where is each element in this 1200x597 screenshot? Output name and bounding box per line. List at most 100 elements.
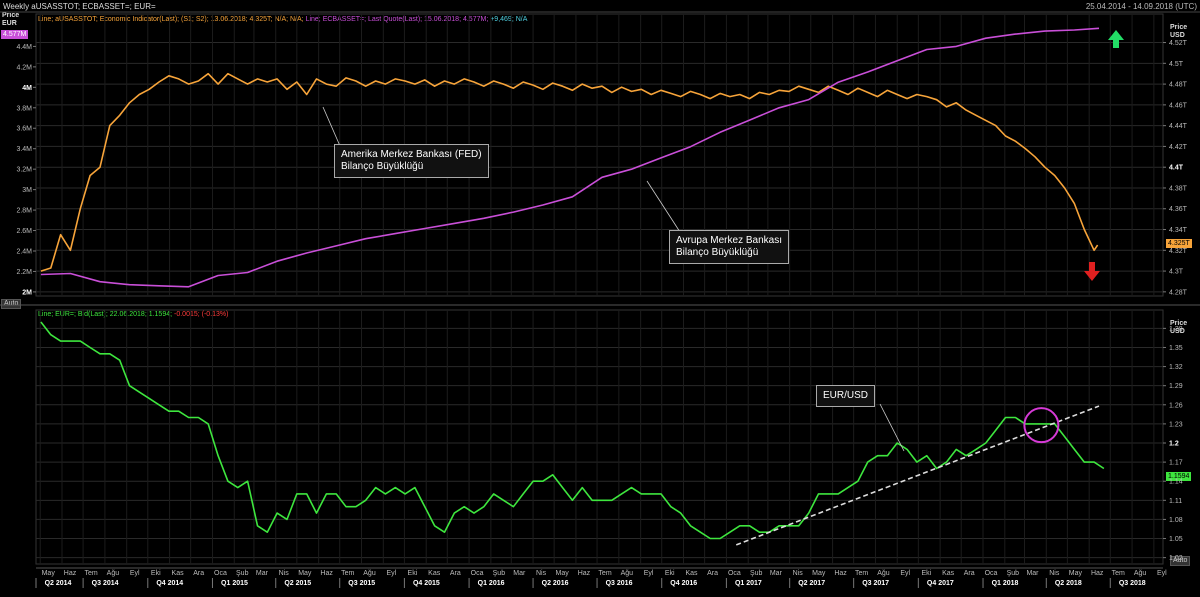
right-tick-label-bottom: 1.2 (1169, 441, 1179, 448)
x-month-label: Nis (793, 570, 804, 577)
x-month-label: Tem (855, 570, 868, 577)
x-month-label: Haz (64, 570, 77, 577)
x-quarter-label: Q4 2014 (156, 580, 183, 587)
left-tick-label: 3.8M (16, 105, 32, 112)
bottom-panel-frame (35, 309, 1164, 565)
x-month-label: Haz (1091, 570, 1104, 577)
x-quarter-label: Q3 2018 (1119, 580, 1146, 587)
highlight-circle (1023, 407, 1060, 444)
x-month-label: Tem (84, 570, 97, 577)
left-tick-label: 2.8M (16, 208, 32, 215)
x-month-label: Kas (428, 570, 441, 577)
x-month-label: May (812, 570, 826, 577)
right-tick-label-top: 4.32T (1169, 248, 1188, 255)
x-month-label: Ağu (621, 570, 634, 577)
x-quarter-label: Q4 2017 (927, 580, 954, 587)
right-tick-label-bottom: 1.14 (1169, 479, 1183, 486)
right-tick-label-top: 4.5T (1169, 61, 1184, 68)
x-month-label: Tem (1112, 570, 1125, 577)
x-month-label: Ara (193, 570, 204, 577)
right-tick-label-bottom: 1.35 (1169, 345, 1183, 352)
x-month-label: Ağu (107, 570, 120, 577)
x-quarter-label: Q2 2018 (1055, 580, 1082, 587)
x-quarter-label: Q1 2018 (992, 580, 1019, 587)
right-tick-label-top: 4.48T (1169, 82, 1188, 89)
left-tick-label: 2.2M (16, 269, 32, 276)
right-tick-label-bottom: 1.11 (1169, 498, 1182, 505)
x-month-label: Ara (964, 570, 975, 577)
x-month-label: Ara (707, 570, 718, 577)
x-month-label: Eyl (1157, 570, 1167, 577)
right-tick-label-bottom: 1.02 (1169, 555, 1183, 562)
left-tick-label: 4.2M (16, 64, 32, 71)
x-month-label: Oca (728, 570, 741, 577)
x-month-label: May (298, 570, 312, 577)
x-month-label: Eyl (644, 570, 654, 577)
right-tick-label-bottom: 1.05 (1169, 536, 1183, 543)
left-tick-label: 3.6M (16, 126, 32, 133)
right-tick-label-top: 4.36T (1169, 206, 1188, 213)
left-tick-label: 4.4M (16, 44, 32, 51)
x-month-label: Ağu (363, 570, 376, 577)
top-panel-frame (35, 13, 1164, 297)
series-line-eurusd (40, 321, 1105, 540)
x-quarter-label: Q4 2016 (670, 580, 697, 587)
x-quarter-label: Q3 2014 (92, 580, 119, 587)
x-month-label: Nis (279, 570, 290, 577)
right-tick-label-top: 4.46T (1169, 102, 1188, 109)
x-month-label: Nis (1049, 570, 1060, 577)
annotation-fed-leader (322, 106, 341, 147)
left-tick-label: 2M (22, 289, 32, 296)
series-line-fed (40, 72, 1099, 272)
right-tick-label-top: 4.38T (1169, 185, 1188, 192)
annotation-eurusd-line1: EUR/USD (823, 390, 869, 401)
annotation-ecb: Avrupa Merkez Bankası Bilanço Büyüklüğü (669, 230, 789, 264)
x-quarter-label: Q2 2015 (284, 580, 311, 587)
x-month-label: Eyl (386, 570, 396, 577)
x-month-label: Ara (450, 570, 461, 577)
annotation-eurusd-leader (879, 403, 905, 452)
left-tick-label: 4M (22, 85, 32, 92)
x-month-label: Eki (151, 570, 161, 577)
right-tick-label-top: 4.52T (1169, 40, 1188, 47)
right-tick-label-top: 4.4T (1169, 165, 1184, 172)
x-quarter-label: Q3 2017 (862, 580, 889, 587)
right-tick-label-bottom: 1.08 (1169, 517, 1183, 524)
x-month-label: Haz (834, 570, 847, 577)
x-month-label: Nis (536, 570, 547, 577)
x-quarter-label: Q4 2015 (413, 580, 440, 587)
x-quarter-label: Q3 2016 (606, 580, 633, 587)
left-tick-label: 3.4M (16, 146, 32, 153)
x-quarter-label: Q1 2017 (735, 580, 762, 587)
right-tick-label-bottom: 1.29 (1169, 383, 1183, 390)
x-quarter-label: Q1 2015 (221, 580, 248, 587)
right-tick-label-top: 4.28T (1169, 289, 1188, 296)
right-tick-label-bottom: 1.23 (1169, 421, 1183, 428)
x-month-label: Kas (172, 570, 185, 577)
x-quarter-label: Q2 2014 (45, 580, 72, 587)
annotation-ecb-line2: Bilanço Büyüklüğü (676, 247, 759, 258)
x-quarter-label: Q3 2015 (348, 580, 375, 587)
right-tick-label-bottom: 1.38 (1169, 326, 1183, 333)
left-tick-label: 2.4M (16, 248, 32, 255)
x-month-label: May (1069, 570, 1083, 577)
x-month-label: Mar (256, 570, 269, 577)
trendline (735, 405, 1100, 546)
left-tick-label: 2.6M (16, 228, 32, 235)
x-quarter-label: Q2 2016 (542, 580, 569, 587)
x-month-label: Ağu (1134, 570, 1147, 577)
x-month-label: Oca (985, 570, 998, 577)
right-tick-label-top: 4.34T (1169, 227, 1188, 234)
right-tick-label-bottom: 1.32 (1169, 364, 1183, 371)
annotation-fed: Amerika Merkez Bankası (FED) Bilanço Büy… (334, 144, 489, 178)
x-month-label: Eyl (130, 570, 140, 577)
x-month-label: Oca (471, 570, 484, 577)
arrow-down-icon (1084, 262, 1100, 281)
right-tick-label-top: 4.3T (1169, 269, 1184, 276)
x-month-label: Kas (942, 570, 955, 577)
annotation-fed-line2: Bilanço Büyüklüğü (341, 161, 424, 172)
x-month-label: Eki (408, 570, 418, 577)
right-tick-label-bottom: 1.26 (1169, 402, 1183, 409)
right-tick-label-bottom: 1.17 (1169, 460, 1183, 467)
x-month-label: Eki (665, 570, 675, 577)
